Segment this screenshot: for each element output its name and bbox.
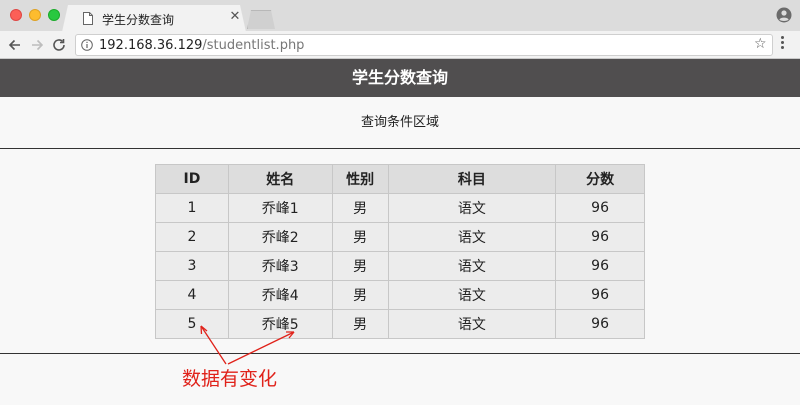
page-footer-area	[0, 354, 800, 405]
cell-subject: 语文	[387, 222, 557, 252]
forward-arrow-icon[interactable]	[29, 37, 45, 53]
close-tab-icon[interactable]: ✕	[228, 9, 242, 24]
table-header-row: ID 姓名 性别 科目 分数	[155, 164, 645, 194]
browser-toolbar: 192.168.36.129/studentlist.php ☆	[0, 31, 800, 59]
profile-icon[interactable]	[776, 7, 792, 23]
cell-score: 96	[555, 280, 645, 310]
cell-name: 乔峰4	[227, 280, 333, 310]
more-menu-icon[interactable]	[781, 36, 785, 52]
back-arrow-icon[interactable]	[7, 37, 23, 53]
cell-id: 4	[155, 280, 229, 310]
browser-tab-strip: 学生分数查询 ✕	[0, 0, 800, 32]
student-score-table: ID 姓名 性别 科目 分数 1 乔峰1 男 语文 96 2 乔峰2 男 语文 …	[155, 164, 645, 339]
cell-subject: 语文	[387, 193, 557, 223]
bookmark-star-icon[interactable]: ☆	[754, 36, 767, 52]
cell-score: 96	[555, 309, 645, 339]
table-row: 2 乔峰2 男 语文 96	[155, 222, 645, 252]
cell-gender: 男	[331, 309, 389, 339]
reload-icon[interactable]	[51, 37, 67, 53]
query-conditions-area: 查询条件区域	[0, 97, 800, 149]
site-info-icon[interactable]	[81, 39, 93, 51]
url-text[interactable]: 192.168.36.129/studentlist.php	[99, 38, 304, 53]
cell-gender: 男	[331, 280, 389, 310]
cell-name: 乔峰2	[227, 222, 333, 252]
cell-score: 96	[555, 222, 645, 252]
cell-name: 乔峰3	[227, 251, 333, 281]
column-header-name: 姓名	[227, 164, 333, 194]
address-bar[interactable]: 192.168.36.129/studentlist.php ☆	[75, 34, 773, 56]
query-area-label: 查询条件区域	[360, 115, 439, 130]
student-list-area: ID 姓名 性别 科目 分数 1 乔峰1 男 语文 96 2 乔峰2 男 语文 …	[0, 149, 800, 354]
column-header-id: ID	[155, 164, 229, 194]
cell-gender: 男	[331, 193, 389, 223]
page-title: 学生分数查询	[0, 59, 800, 97]
cell-score: 96	[555, 251, 645, 281]
cell-id: 5	[155, 309, 229, 339]
table-row: 3 乔峰3 男 语文 96	[155, 251, 645, 281]
tab-title: 学生分数查询	[102, 13, 175, 27]
cell-subject: 语文	[387, 280, 557, 310]
cell-name: 乔峰5	[227, 309, 333, 339]
document-icon	[83, 12, 93, 25]
minimize-window-button[interactable]	[29, 9, 41, 21]
cell-gender: 男	[331, 251, 389, 281]
column-header-score: 分数	[555, 164, 645, 194]
cell-name: 乔峰1	[227, 193, 333, 223]
table-row: 1 乔峰1 男 语文 96	[155, 193, 645, 223]
cell-id: 1	[155, 193, 229, 223]
close-window-button[interactable]	[10, 9, 22, 21]
table-row: 4 乔峰4 男 语文 96	[155, 280, 645, 310]
cell-subject: 语文	[387, 309, 557, 339]
browser-tab[interactable]: 学生分数查询 ✕	[62, 5, 246, 32]
new-tab-button[interactable]	[247, 10, 275, 29]
cell-score: 96	[555, 193, 645, 223]
cell-gender: 男	[331, 222, 389, 252]
url-path: /studentlist.php	[202, 38, 305, 53]
column-header-subject: 科目	[387, 164, 557, 194]
annotation-label: 数据有变化	[182, 368, 278, 390]
cell-subject: 语文	[387, 251, 557, 281]
maximize-window-button[interactable]	[48, 9, 60, 21]
cell-id: 3	[155, 251, 229, 281]
cell-id: 2	[155, 222, 229, 252]
table-row: 5 乔峰5 男 语文 96	[155, 309, 645, 339]
column-header-gender: 性别	[331, 164, 389, 194]
url-host: 192.168.36.129	[99, 38, 203, 53]
